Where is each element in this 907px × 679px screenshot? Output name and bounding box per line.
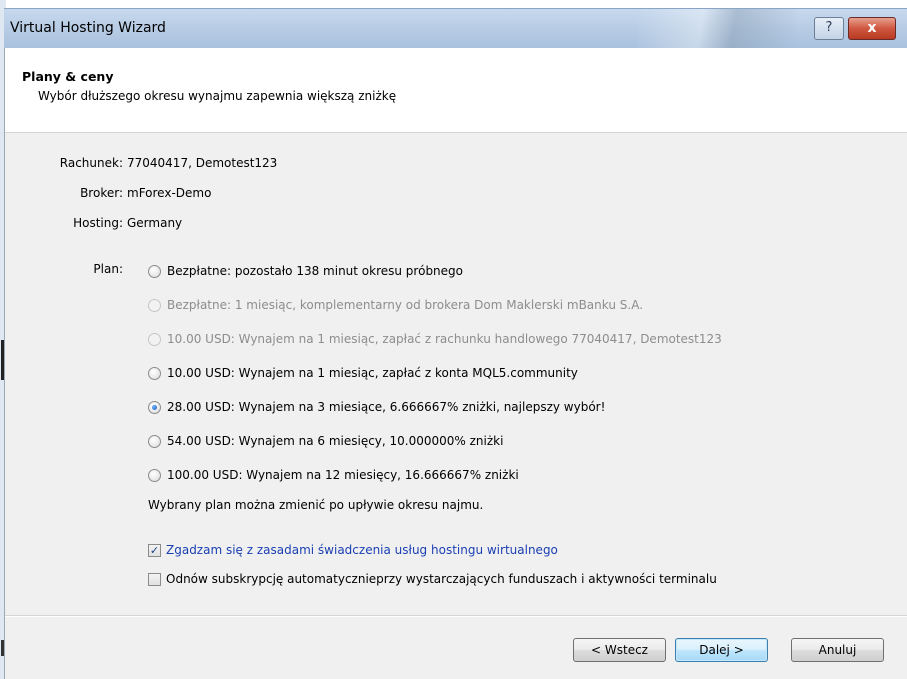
plan-option-label: 28.00 USD: Wynajem na 3 miesiące, 6.6666…	[167, 400, 606, 414]
radio-button[interactable]	[148, 264, 161, 278]
wizard-header: Plany & ceny Wybór dłuższego okresu wyna…	[5, 48, 907, 133]
plan-option-label: 100.00 USD: Wynajem na 12 miesięcy, 16.6…	[167, 468, 519, 482]
plan-option-6-months[interactable]: 54.00 USD: Wynajem na 6 miesięcy, 10.000…	[148, 432, 503, 450]
window-title: Virtual Hosting Wizard	[10, 20, 166, 36]
hosting-value: Germany	[127, 216, 183, 230]
close-button[interactable]: x	[848, 17, 896, 40]
help-button[interactable]: ?	[814, 17, 844, 40]
page-title: Plany & ceny	[22, 69, 114, 84]
plan-option-1-month-mql5[interactable]: 10.00 USD: Wynajem na 1 miesiąc, zapłać …	[148, 364, 578, 382]
wizard-panel: Plany & ceny Wybór dłuższego okresu wyna…	[4, 48, 907, 679]
plan-change-note: Wybrany plan można zmienić po upływie ok…	[148, 498, 484, 512]
agree-terms-label[interactable]: Zgadzam się z zasadami świadczenia usług…	[166, 543, 558, 557]
account-label: Rachunek:	[59, 156, 123, 170]
auto-renew-checkbox-row[interactable]: Odnów subskrypcję automatycznieprzy wyst…	[148, 570, 717, 588]
agree-terms-checkbox-row[interactable]: ✓ Zgadzam się z zasadami świadczenia usł…	[148, 541, 558, 559]
plan-option-12-months[interactable]: 100.00 USD: Wynajem na 12 miesięcy, 16.6…	[148, 466, 519, 484]
plan-option-1-month-account[interactable]: 10.00 USD: Wynajem na 1 miesiąc, zapłać …	[148, 330, 722, 348]
plan-option-label: Bezpłatne: pozostało 138 minut okresu pr…	[167, 264, 464, 278]
radio-button[interactable]	[148, 400, 161, 414]
plan-option-label: 10.00 USD: Wynajem na 1 miesiąc, zapłać …	[167, 332, 722, 346]
broker-label: Broker:	[80, 186, 123, 200]
radio-button[interactable]	[148, 434, 161, 448]
broker-value: mForex-Demo	[127, 186, 212, 200]
radio-button[interactable]	[148, 468, 161, 482]
hosting-label: Hosting:	[73, 216, 123, 230]
plan-option-3-months[interactable]: 28.00 USD: Wynajem na 3 miesiące, 6.6666…	[148, 398, 605, 416]
agree-terms-checkbox[interactable]: ✓	[148, 543, 161, 557]
next-button[interactable]: Dalej >	[675, 638, 768, 662]
plan-option-label: Bezpłatne: 1 miesiąc, komplementarny od …	[167, 298, 644, 312]
page-subtitle: Wybór dłuższego okresu wynajmu zapewnia …	[38, 89, 397, 103]
auto-renew-checkbox[interactable]	[148, 572, 161, 586]
plan-option-trial[interactable]: Bezpłatne: pozostało 138 minut okresu pr…	[148, 262, 463, 280]
cancel-button[interactable]: Anuluj	[791, 638, 884, 662]
radio-button[interactable]	[148, 332, 161, 346]
plan-label: Plan:	[93, 262, 123, 276]
account-value: 77040417, Demotest123	[127, 156, 278, 170]
close-icon: x	[867, 20, 877, 36]
title-bar-glass	[637, 9, 797, 49]
footer-separator	[5, 615, 907, 617]
plan-option-label: 54.00 USD: Wynajem na 6 miesięcy, 10.000…	[167, 434, 504, 448]
back-button[interactable]: < Wstecz	[573, 638, 666, 662]
auto-renew-label: Odnów subskrypcję automatycznieprzy wyst…	[166, 572, 717, 586]
plan-option-label: 10.00 USD: Wynajem na 1 miesiąc, zapłać …	[167, 366, 578, 380]
title-bar[interactable]: Virtual Hosting Wizard ? x	[4, 8, 907, 49]
radio-button[interactable]	[148, 298, 161, 312]
plan-option-broker-free[interactable]: Bezpłatne: 1 miesiąc, komplementarny od …	[148, 296, 643, 314]
radio-button[interactable]	[148, 366, 161, 380]
help-icon: ?	[825, 20, 833, 35]
